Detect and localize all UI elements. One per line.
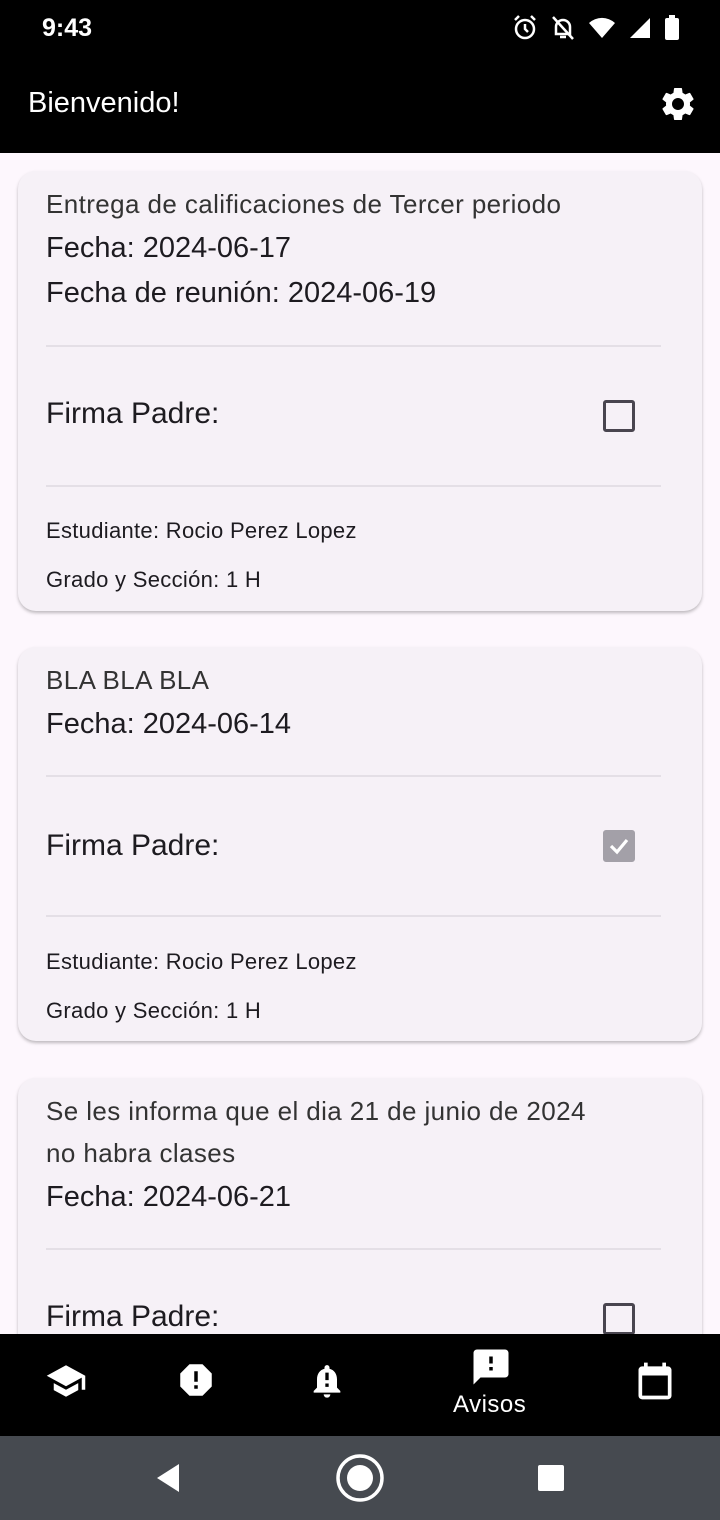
notice-card: Se les informa que el dia 21 de junio de…	[18, 1078, 702, 1334]
back-icon[interactable]	[153, 1462, 183, 1494]
feedback-icon	[473, 1349, 509, 1385]
divider	[46, 345, 661, 347]
settings-button[interactable]	[658, 84, 698, 124]
status-icons	[512, 14, 680, 42]
notice-title: BLA BLA BLA	[46, 665, 210, 695]
parent-signature-label: Firma Padre:	[46, 829, 220, 862]
system-navigation-bar	[0, 1436, 720, 1520]
notification-bell-icon	[313, 1365, 341, 1398]
gear-icon	[662, 87, 694, 120]
notice-card: BLA BLA BLA Fecha: 2024-06-14 Firma Padr…	[18, 647, 702, 1041]
notice-card: Entrega de calificaciones de Tercer peri…	[18, 171, 702, 611]
recents-icon[interactable]	[537, 1464, 565, 1492]
notifications-off-icon	[552, 16, 574, 40]
notice-title-continued: no habra clases	[46, 1138, 236, 1168]
parent-signature-checkbox[interactable]	[603, 400, 635, 432]
battery-icon	[665, 15, 679, 40]
nav-item-alerts[interactable]	[150, 1334, 242, 1436]
nav-label-avisos: Avisos	[453, 1391, 527, 1418]
student-name: Estudiante: Rocio Perez Lopez	[46, 949, 357, 974]
divider	[46, 915, 661, 917]
divider	[46, 485, 661, 487]
notice-title: Entrega de calificaciones de Tercer peri…	[46, 189, 562, 219]
parent-signature-checkbox[interactable]	[603, 830, 635, 862]
notice-date: Fecha: 2024-06-14	[46, 708, 292, 740]
parent-signature-checkbox[interactable]	[603, 1303, 635, 1334]
student-name: Estudiante: Rocio Perez Lopez	[46, 518, 357, 543]
divider	[46, 775, 661, 777]
page-title: Bienvenido!	[28, 87, 180, 119]
bottom-navigation: Avisos	[0, 1334, 720, 1436]
status-time: 9:43	[42, 14, 93, 42]
divider	[46, 1248, 661, 1250]
school-icon	[46, 1365, 86, 1397]
parent-signature-label: Firma Padre:	[46, 1300, 220, 1333]
notice-date: Fecha: 2024-06-21	[46, 1181, 292, 1213]
grade-section: Grado y Sección: 1 H	[46, 567, 262, 592]
notice-list[interactable]: Entrega de calificaciones de Tercer peri…	[0, 153, 720, 1334]
nav-item-avisos[interactable]	[440, 1334, 540, 1436]
notice-date: Fecha: 2024-06-17	[46, 232, 292, 264]
check-icon	[609, 838, 629, 855]
nav-item-notifications[interactable]	[282, 1334, 374, 1436]
status-bar: 9:43	[0, 0, 720, 56]
nav-item-calendar[interactable]	[608, 1334, 700, 1436]
signal-icon	[630, 18, 650, 38]
calendar-icon	[638, 1362, 672, 1400]
grade-section: Grado y Sección: 1 H	[46, 998, 262, 1023]
app-bar: Bienvenido!	[0, 56, 720, 153]
alert-octagon-icon	[180, 1364, 212, 1396]
wifi-icon	[589, 17, 615, 38]
home-icon[interactable]	[335, 1453, 385, 1503]
alarm-icon	[514, 15, 536, 40]
parent-signature-label: Firma Padre:	[46, 397, 220, 430]
meeting-date: Fecha de reunión: 2024-06-19	[46, 277, 437, 309]
notice-title: Se les informa que el dia 21 de junio de…	[46, 1096, 586, 1126]
nav-item-school[interactable]	[20, 1334, 112, 1436]
